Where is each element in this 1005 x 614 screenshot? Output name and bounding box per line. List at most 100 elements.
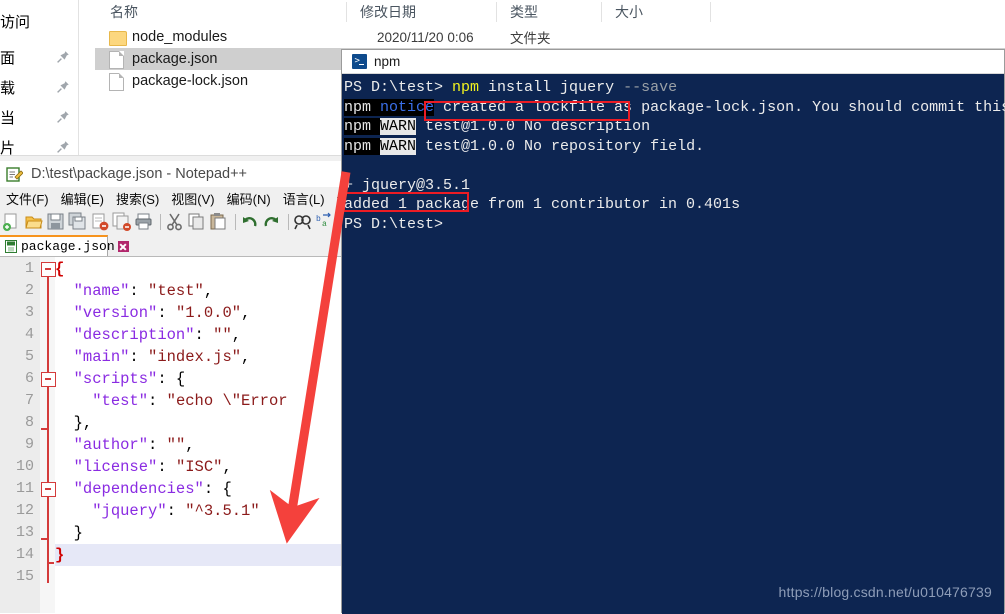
sidebar-item-1[interactable]: 面 [0, 40, 78, 74]
line-number: 14 [15, 546, 34, 563]
replace-icon[interactable]: ba [315, 212, 335, 232]
code-token: "echo \"Error [166, 392, 288, 410]
table-row[interactable]: node_modules 2020/11/20 0:06 文件夹 [95, 26, 1005, 48]
powershell-console-output[interactable]: PS D:\test> npm install jquery --save npm… [342, 74, 1005, 614]
paste-icon[interactable] [209, 212, 229, 232]
fold-toggle[interactable] [41, 372, 56, 387]
save-all-icon[interactable] [68, 212, 88, 232]
file-icon [109, 72, 124, 91]
file-icon [109, 50, 124, 69]
console-text: npm [344, 137, 381, 155]
column-separator[interactable] [710, 2, 711, 22]
column-separator[interactable] [601, 2, 602, 22]
console-text: PS D:\test> [344, 79, 453, 96]
column-header-1[interactable]: 修改日期 [360, 0, 416, 24]
notepadpp-window[interactable]: D:\test\package.json - Notepad++ 文件(F) 编辑… [0, 161, 342, 613]
code-line[interactable]: "jquery": "^3.5.1" [55, 500, 341, 522]
code-token: : [148, 392, 167, 410]
pin-icon[interactable] [56, 140, 70, 154]
code-line[interactable]: "license": "ISC", [55, 456, 341, 478]
code-line[interactable]: "author": "", [55, 434, 341, 456]
code-token: "name" [73, 282, 130, 300]
redo-icon[interactable] [262, 212, 282, 232]
editor-tab-package-json[interactable]: package.json [0, 235, 129, 256]
powershell-window[interactable]: > npm PS D:\test> npm install jquery --s… [341, 49, 1005, 614]
code-token: "scripts" [73, 370, 158, 388]
pin-icon[interactable] [56, 80, 70, 94]
code-line[interactable]: "scripts": { [55, 368, 341, 390]
notepadpp-toolbar[interactable]: ba [0, 209, 341, 235]
sidebar-item-3[interactable]: 当 [0, 100, 78, 134]
sidebar-item-label: 面 [0, 49, 16, 67]
column-header-0[interactable]: 名称 [110, 0, 138, 24]
notepadpp-menubar[interactable]: 文件(F)编辑(E)搜索(S)视图(V)编码(N)语言(L)设置 [0, 187, 341, 209]
fold-toggle[interactable] [41, 482, 56, 497]
open-file-icon[interactable] [24, 212, 44, 232]
code-token: , [203, 282, 214, 300]
menu-item-2[interactable]: 搜索(S) [110, 189, 165, 208]
close-file-icon[interactable] [90, 212, 110, 232]
sidebar-item-0[interactable]: 访问 [0, 4, 78, 38]
notepadpp-icon [6, 166, 24, 183]
menu-item-6[interactable]: 设置 [331, 189, 341, 208]
toolbar-separator [235, 214, 236, 230]
notepadpp-titlebar: D:\test\package.json - Notepad++ [0, 161, 341, 187]
code-content[interactable]: { "name": "test", "version": "1.0.0", "d… [55, 257, 341, 613]
copy-icon[interactable] [187, 212, 207, 232]
code-line[interactable]: "description": "", [55, 324, 341, 346]
code-line[interactable]: "dependencies": { [55, 478, 341, 500]
code-token: "^3.5.1" [185, 502, 260, 520]
code-line[interactable]: }, [55, 412, 341, 434]
code-line[interactable]: "name": "test", [55, 280, 341, 302]
find-icon[interactable] [293, 212, 313, 232]
notepadpp-tabbar[interactable]: package.json [0, 235, 341, 257]
pin-icon[interactable] [56, 50, 70, 64]
code-line[interactable]: "version": "1.0.0", [55, 302, 341, 324]
sidebar-item-2[interactable]: 载 [0, 70, 78, 104]
folder-icon [109, 29, 127, 46]
pin-icon[interactable] [56, 110, 70, 124]
explorer-navigation-pane[interactable]: 访问面载当片频 [0, 0, 78, 187]
editor-tab-label: package.json [21, 239, 115, 254]
code-line[interactable]: "test": "echo \"Error [55, 390, 341, 412]
column-separator[interactable] [346, 2, 347, 22]
fold-toggle[interactable] [41, 262, 56, 277]
line-number: 15 [15, 568, 34, 585]
cut-icon[interactable] [165, 212, 185, 232]
menu-item-4[interactable]: 编码(N) [221, 189, 277, 208]
undo-icon[interactable] [240, 212, 260, 232]
column-header-2[interactable]: 类型 [510, 0, 538, 24]
close-all-icon[interactable] [112, 212, 132, 232]
print-icon[interactable] [134, 212, 154, 232]
new-file-icon[interactable] [2, 212, 22, 232]
code-editor[interactable]: 1 2 3 4 5 6 7 8 9 10 11 12 13 14 15 { "name": "test", … [0, 257, 341, 613]
column-header-3[interactable]: 大小 [615, 0, 643, 24]
menu-item-5[interactable]: 语言(L) [277, 189, 331, 208]
code-token: "main" [73, 348, 130, 366]
sidebar-item-label: 载 [0, 79, 16, 97]
menu-item-1[interactable]: 编辑(E) [55, 189, 110, 208]
column-separator[interactable] [496, 2, 497, 22]
save-icon[interactable] [46, 212, 66, 232]
code-line[interactable] [55, 566, 341, 588]
file-name: package-lock.json [132, 73, 249, 89]
line-number: 7 [24, 392, 34, 409]
close-tab-icon[interactable] [117, 241, 129, 252]
menu-item-0[interactable]: 文件(F) [0, 189, 55, 208]
notepadpp-title-text: D:\test\package.json - Notepad++ [31, 166, 248, 182]
code-line[interactable]: "main": "index.js", [55, 346, 341, 368]
blog-watermark: https://blog.csdn.net/u010476739 [778, 584, 992, 600]
fold-indicator-line [47, 267, 49, 583]
code-line[interactable]: { [55, 258, 341, 280]
code-line[interactable]: } [55, 522, 341, 544]
line-number: 2 [24, 282, 34, 299]
menu-item-3[interactable]: 视图(V) [165, 189, 220, 208]
console-text: WARN [380, 137, 417, 155]
code-line[interactable]: } [55, 544, 341, 566]
line-number: 12 [15, 502, 34, 519]
